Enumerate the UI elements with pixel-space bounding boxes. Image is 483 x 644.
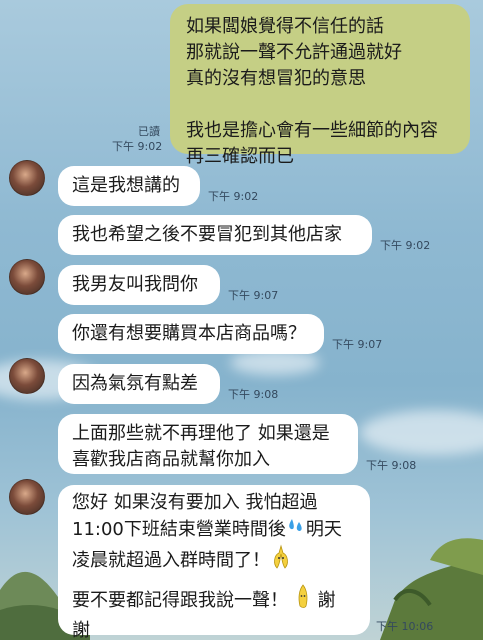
message-timestamp: 下午 9:08	[228, 388, 279, 401]
message-line: 凌晨就超過入群時間了！	[72, 544, 356, 578]
incoming-message-bubble[interactable]: 上面那些就不再理他了 如果還是 喜歡我店商品就幫你加入	[58, 414, 358, 474]
banana-icon	[270, 544, 292, 578]
message-text: 我男友叫我問你	[72, 274, 198, 295]
message-text: 11:00下班結束營業時間後	[72, 519, 286, 540]
message-text: 要不要都記得跟我說一聲！	[72, 590, 288, 611]
message-line: 您好 如果沒有要加入 我怕超過	[72, 492, 318, 513]
message-line: 上面那些就不再理他了 如果還是	[72, 423, 330, 444]
contact-avatar[interactable]	[9, 358, 45, 394]
message-text: 明天	[305, 519, 342, 540]
message-timestamp: 下午 9:08	[366, 459, 417, 472]
incoming-message-bubble[interactable]: 我也希望之後不要冒犯到其他店家	[58, 215, 372, 255]
message-timestamp: 下午 10:06	[376, 620, 434, 633]
message-line: 如果闆娘覺得不信任的話	[186, 16, 384, 37]
message-text: 你還有想要購買本店商品嗎？	[72, 323, 306, 344]
message-timestamp: 下午 9:07	[228, 289, 279, 302]
message-text: 謝	[317, 590, 336, 611]
message-line: 謝	[72, 620, 90, 641]
message-line: 我也是擔心會有一些細節的內容	[186, 120, 438, 141]
message-line: 真的沒有想冒犯的意思	[186, 68, 366, 89]
message-timestamp: 下午 9:02	[380, 239, 431, 252]
contact-avatar[interactable]	[9, 479, 45, 515]
incoming-message-bubble[interactable]: 因為氣氛有點差	[58, 364, 220, 404]
message-line: 11:00下班結束營業時間後 明天	[72, 516, 356, 544]
incoming-message-bubble[interactable]: 這是我想講的	[58, 166, 200, 206]
contact-avatar[interactable]	[9, 160, 45, 196]
message-line: 再三確認而已	[186, 146, 294, 167]
incoming-message-bubble[interactable]: 您好 如果沒有要加入 我怕超過 11:00下班結束營業時間後 明天 凌晨就超過入群…	[58, 485, 370, 641]
message-text: 凌晨就超過入群時間了！	[72, 550, 270, 571]
message-text: 我也希望之後不要冒犯到其他店家	[72, 224, 342, 245]
message-text: 這是我想講的	[72, 175, 180, 196]
outgoing-message-bubble[interactable]: 如果闆娘覺得不信任的話 那就說一聲不允許通過就好 真的沒有想冒犯的意思 我也是擔…	[170, 4, 470, 167]
message-line: 要不要都記得跟我說一聲！ 謝	[72, 584, 356, 618]
sweat-droplets-icon	[286, 516, 306, 544]
message-timestamp: 下午 9:02	[208, 190, 259, 203]
message-line: 喜歡我店商品就幫你加入	[72, 449, 270, 470]
incoming-message-bubble[interactable]: 我男友叫我問你	[58, 265, 220, 305]
message-text: 因為氣氛有點差	[72, 373, 198, 394]
incoming-message-bubble[interactable]: 你還有想要購買本店商品嗎？	[58, 314, 324, 354]
contact-avatar[interactable]	[9, 259, 45, 295]
message-timestamp: 下午 9:07	[332, 338, 383, 351]
banana-icon	[294, 584, 312, 618]
read-receipt: 已讀	[138, 125, 160, 138]
message-line-blank	[186, 92, 454, 118]
message-timestamp: 下午 9:02	[112, 140, 163, 153]
message-line: 那就說一聲不允許通過就好	[186, 42, 402, 63]
